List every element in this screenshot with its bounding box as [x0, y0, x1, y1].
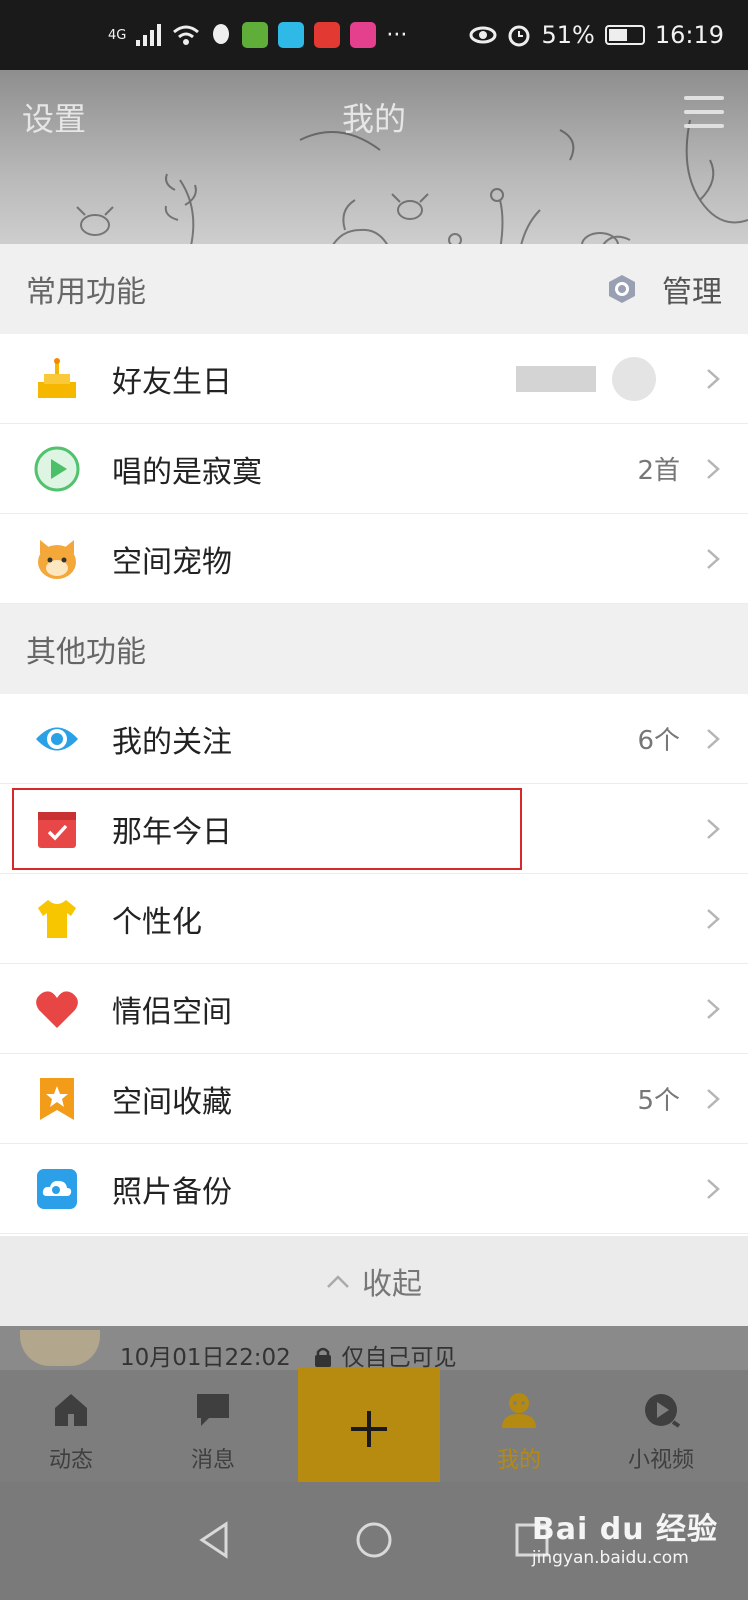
chevron-up-icon [327, 1275, 349, 1288]
tab-short-video[interactable]: 小视频 [596, 1370, 726, 1482]
section-header-other: 其他功能 [0, 604, 748, 694]
menu-button[interactable] [684, 96, 724, 128]
chevron-right-icon [707, 999, 720, 1019]
plus-icon [351, 1411, 387, 1447]
message-icon [197, 1394, 229, 1426]
more-notifications: ··· [386, 22, 408, 48]
app-icon-1 [242, 22, 269, 48]
profile-header: 设置 我的 [0, 70, 748, 248]
chevron-right-icon [707, 1179, 720, 1199]
post-meta: 10月01日22:02 仅自己可见 [120, 1338, 456, 1372]
app-icon-toutiao [314, 22, 341, 48]
manage-button[interactable]: 管理 [606, 267, 722, 311]
collapse-label: 收起 [362, 1267, 422, 1302]
section-title: 其他功能 [26, 635, 146, 670]
heart-icon [36, 991, 78, 1028]
home-circle-icon[interactable] [354, 1520, 394, 1560]
item-label: 照片备份 [112, 1174, 232, 1210]
play-icon [34, 446, 80, 492]
list-item-singing[interactable]: 唱的是寂寞 2首 [0, 424, 748, 514]
network-indicator: 4G [108, 27, 127, 43]
tab-me[interactable]: 我的 [454, 1370, 584, 1482]
chevron-right-icon [707, 549, 720, 569]
collapse-button[interactable]: 收起 [0, 1236, 748, 1326]
baidu-watermark: Bai du 经验 jingyan.baidu.com [532, 1504, 718, 1568]
list-item-couple-space[interactable]: 情侣空间 [0, 964, 748, 1054]
bookmark-star-icon [40, 1078, 74, 1120]
list-item-friend-birthday[interactable]: 好友生日 [0, 334, 748, 424]
list-item-favorites[interactable]: 空间收藏 5个 [0, 1054, 748, 1144]
tab-feed[interactable]: 动态 [6, 1370, 136, 1482]
cloud-icon [37, 1169, 77, 1209]
list-item-personalize[interactable]: 个性化 [0, 874, 748, 964]
chevron-right-icon [707, 459, 720, 479]
pet-icon [38, 540, 76, 579]
publish-plus-button[interactable] [298, 1368, 440, 1490]
app-icon-video [278, 22, 305, 48]
item-label: 空间收藏 [112, 1084, 232, 1120]
list-item-photo-backup[interactable]: 照片备份 [0, 1144, 748, 1234]
eye-icon [36, 727, 78, 751]
tab-label: 小视频 [627, 1448, 694, 1473]
tab-label: 动态 [48, 1448, 93, 1473]
signal-icon [136, 24, 162, 46]
chevron-right-icon [707, 909, 720, 929]
list-item-my-follows[interactable]: 我的关注 6个 [0, 694, 748, 784]
page-title: 我的 [341, 100, 406, 138]
item-count: 2首 [637, 456, 680, 486]
battery-icon [604, 25, 645, 45]
section-title: 常用功能 [26, 275, 146, 310]
tab-label: 我的 [496, 1448, 541, 1473]
item-label: 空间宠物 [112, 544, 232, 580]
chevron-right-icon [707, 369, 720, 389]
qq-icon [213, 24, 230, 44]
hexagon-settings-icon [609, 275, 635, 303]
item-label: 情侣空间 [112, 994, 232, 1030]
post-time: 10月01日22:02 [120, 1345, 291, 1371]
watermark-url: jingyan.baidu.com [531, 1548, 689, 1568]
item-label: 我的关注 [112, 724, 232, 760]
status-bar: 4G ··· 51% 16:19 [0, 0, 748, 70]
tab-messages[interactable]: 消息 [148, 1370, 278, 1482]
clock: 16:19 [654, 21, 724, 49]
item-label: 好友生日 [112, 364, 232, 400]
friend-avatars-blurred [516, 357, 656, 401]
chevron-right-icon [707, 819, 720, 839]
tshirt-icon [38, 900, 76, 938]
battery-percent: 51% [541, 21, 595, 49]
back-icon[interactable] [196, 1520, 236, 1560]
item-count: 5个 [637, 1086, 680, 1116]
section-header-common: 常用功能 管理 [0, 244, 748, 334]
alarm-icon [508, 25, 530, 47]
highlight-box [12, 788, 522, 870]
wifi-icon [173, 25, 200, 45]
lock-icon [315, 1347, 332, 1367]
chevron-right-icon [707, 1089, 720, 1109]
video-icon [645, 1394, 681, 1428]
home-icon [55, 1394, 87, 1426]
manage-label: 管理 [662, 275, 722, 310]
item-count: 6个 [637, 726, 680, 756]
eye-comfort-icon [469, 26, 497, 44]
list-item-space-pet[interactable]: 空间宠物 [0, 514, 748, 604]
cake-icon [38, 358, 76, 398]
chevron-right-icon [707, 729, 720, 749]
watermark-brand: Bai du 经验 [531, 1512, 718, 1547]
item-label: 个性化 [112, 904, 202, 940]
person-icon [502, 1393, 536, 1428]
item-label: 唱的是寂寞 [112, 454, 262, 490]
app-icon-game [350, 22, 377, 48]
tab-label: 消息 [190, 1448, 235, 1473]
